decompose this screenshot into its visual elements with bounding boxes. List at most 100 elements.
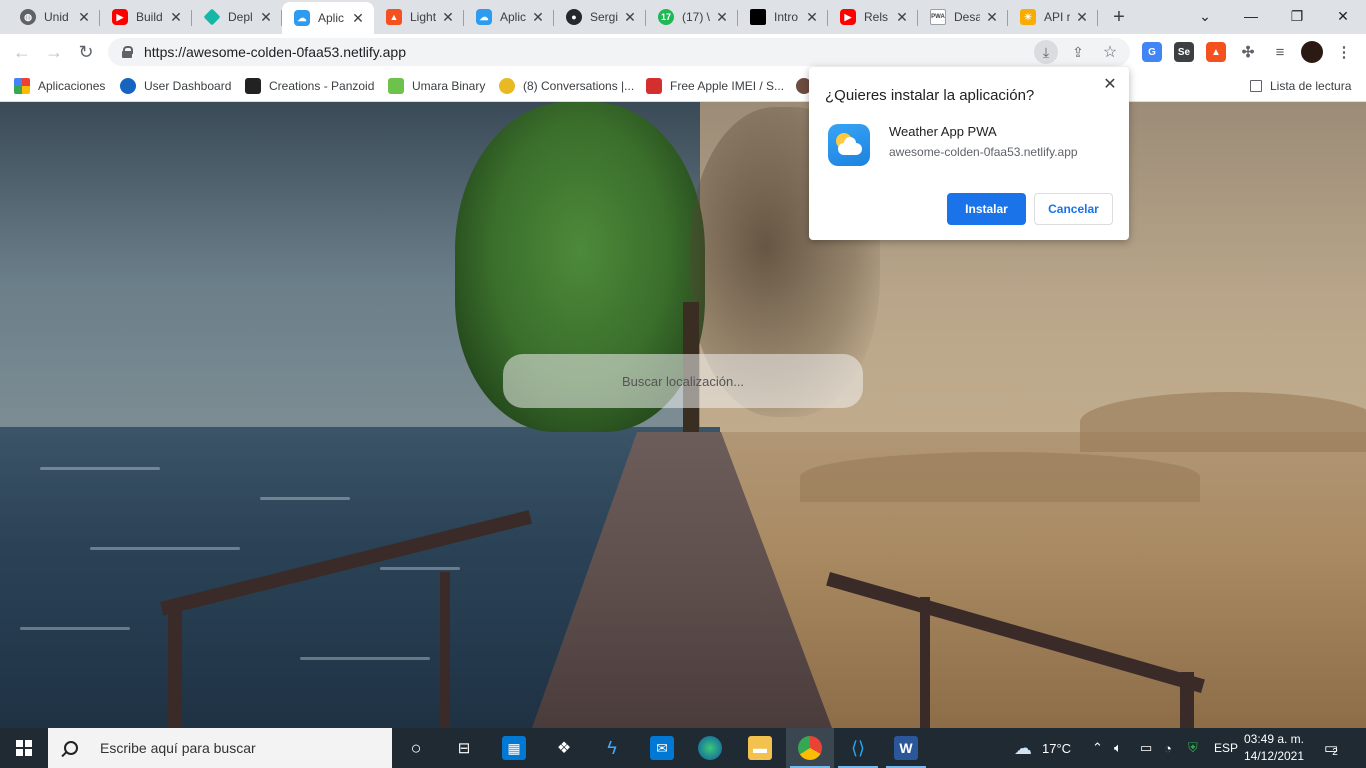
- mail-icon[interactable]: ✉: [650, 736, 674, 760]
- visual-studio-installer-icon[interactable]: ϟ: [600, 736, 624, 760]
- youtube-icon: ▶: [840, 9, 856, 25]
- close-icon[interactable]: ✕: [622, 9, 638, 25]
- tab-title: Sergi: [590, 10, 618, 24]
- tab-title: Build: [136, 10, 163, 24]
- close-icon[interactable]: ✕: [350, 10, 366, 26]
- extensions-puzzle-icon[interactable]: ✣: [1238, 42, 1258, 62]
- notification-center[interactable]: ▭ 2: [1324, 728, 1338, 768]
- close-icon[interactable]: ✕: [984, 9, 1000, 25]
- bookmark-label: Aplicaciones: [38, 79, 106, 93]
- tab-4[interactable]: ▲ Light ✕: [374, 2, 464, 32]
- weather-widget[interactable]: ☁ 17°C: [1014, 728, 1071, 768]
- dashboard-icon: [120, 78, 136, 94]
- install-app-icon[interactable]: ⤓: [1034, 40, 1058, 64]
- tab-10[interactable]: PWA Desa ✕: [918, 2, 1008, 32]
- search-icon: [64, 741, 78, 755]
- reading-list-icon: [1250, 80, 1262, 92]
- restore-button[interactable]: ❐: [1274, 0, 1320, 32]
- tab-9[interactable]: ▶ Rels ✕: [828, 2, 918, 32]
- address-bar[interactable]: https://awesome-colden-0faa53.netlify.ap…: [108, 38, 1130, 66]
- bookmark-apps[interactable]: Aplicaciones: [14, 76, 105, 96]
- bookmark-conversations[interactable]: (8) Conversations |...: [499, 76, 634, 96]
- edge-icon[interactable]: [698, 736, 722, 760]
- lighthouse-extension-icon[interactable]: ▲: [1206, 42, 1226, 62]
- word-icon[interactable]: W: [894, 736, 918, 760]
- start-button[interactable]: [0, 728, 48, 768]
- cancel-button[interactable]: Cancelar: [1034, 193, 1113, 225]
- cortana-icon[interactable]: ○: [404, 736, 428, 760]
- location-search-input[interactable]: [503, 354, 863, 408]
- location-search[interactable]: [503, 354, 863, 408]
- lock-icon[interactable]: [122, 46, 133, 58]
- language-indicator[interactable]: ESP: [1214, 728, 1238, 768]
- weather-app-icon: [828, 124, 870, 166]
- tab-8[interactable]: Intro ✕: [738, 2, 828, 32]
- tab-5[interactable]: ☁ Aplic ✕: [464, 2, 554, 32]
- tab-title: Aplic: [318, 11, 345, 25]
- tab-6[interactable]: ● Sergi ✕: [554, 2, 646, 32]
- minimize-button[interactable]: —: [1228, 0, 1274, 32]
- bookmark-panzoid[interactable]: Creations - Panzoid: [245, 76, 374, 96]
- reload-button[interactable]: ↻: [72, 38, 100, 66]
- task-view-icon[interactable]: ⊟: [452, 736, 476, 760]
- app-origin: awesome-colden-0faa53.netlify.app: [889, 145, 1078, 159]
- dropbox-icon[interactable]: ❖: [552, 736, 576, 760]
- tab-3-active[interactable]: ☁ Aplic ✕: [282, 2, 374, 34]
- tab-title: Light: [410, 10, 436, 24]
- clock-time: 03:49 a. m.: [1243, 732, 1305, 746]
- close-icon[interactable]: ✕: [168, 9, 184, 25]
- translate-extension-icon[interactable]: G: [1142, 42, 1162, 62]
- taskbar-search[interactable]: Escribe aquí para buscar: [48, 728, 392, 768]
- vscode-icon[interactable]: ⟨⟩: [846, 736, 870, 760]
- tab-7[interactable]: 17 (17) \ ✕: [646, 2, 738, 32]
- install-button[interactable]: Instalar: [947, 193, 1026, 225]
- cloud-icon: ☁: [1014, 737, 1032, 758]
- bookmark-apple-imei[interactable]: Free Apple IMEI / S...: [646, 76, 784, 96]
- share-icon[interactable]: ⇪: [1066, 40, 1090, 64]
- tab-2[interactable]: Depl ✕: [192, 2, 282, 32]
- battery-icon[interactable]: ▭: [1140, 728, 1152, 768]
- security-shield-icon[interactable]: ⛨: [1188, 728, 1198, 768]
- tray-chevron-icon[interactable]: ⌃: [1092, 728, 1103, 768]
- forward-button[interactable]: →: [40, 38, 68, 66]
- close-icon[interactable]: ✕: [440, 9, 456, 25]
- weather-icon: ☁: [294, 10, 310, 26]
- clock[interactable]: 03:49 a. m. 14/12/2021: [1243, 731, 1305, 765]
- url-text[interactable]: https://awesome-colden-0faa53.netlify.ap…: [144, 44, 406, 60]
- new-tab-button[interactable]: +: [1108, 6, 1130, 28]
- bookmark-star-icon[interactable]: ☆: [1098, 40, 1122, 64]
- apple-imei-icon: [646, 78, 662, 94]
- tab-11[interactable]: ☀ API r ✕: [1008, 2, 1098, 32]
- close-icon[interactable]: ✕: [76, 9, 92, 25]
- close-icon[interactable]: ✕: [1101, 75, 1119, 93]
- close-icon[interactable]: ✕: [258, 9, 274, 25]
- file-explorer-icon[interactable]: ▬: [748, 736, 772, 760]
- tab-title: Desa: [954, 10, 980, 24]
- close-window-button[interactable]: ✕: [1320, 0, 1366, 32]
- tab-1[interactable]: ▶ Build ✕: [100, 2, 192, 32]
- close-icon[interactable]: ✕: [530, 9, 546, 25]
- close-icon[interactable]: ✕: [714, 9, 730, 25]
- close-icon[interactable]: ✕: [1074, 9, 1090, 25]
- reading-list[interactable]: Lista de lectura: [1250, 76, 1351, 96]
- close-icon[interactable]: ✕: [804, 9, 820, 25]
- install-app-dialog: ¿Quieres instalar la aplicación? ✕ Weath…: [809, 67, 1129, 240]
- tab-search-chevron-icon[interactable]: ⌄: [1182, 0, 1228, 32]
- selenium-extension-icon[interactable]: Se: [1174, 42, 1194, 62]
- bookmark-user-dashboard[interactable]: User Dashboard: [120, 76, 231, 96]
- microsoft-store-icon[interactable]: ▦: [502, 736, 526, 760]
- notification-count: 2: [1332, 746, 1338, 758]
- avatar[interactable]: [1301, 41, 1323, 63]
- volume-icon[interactable]: 🔈︎: [1114, 728, 1122, 768]
- back-button[interactable]: ←: [8, 38, 36, 66]
- kebab-menu-icon[interactable]: ⋮: [1334, 42, 1354, 62]
- tab-0[interactable]: ◍ Unid ✕: [8, 2, 100, 32]
- windows-taskbar: Escribe aquí para buscar ○ ⊟ ▦ ❖ ϟ ✉ ▬ ⟨…: [0, 728, 1366, 768]
- media-control-icon[interactable]: ≡: [1270, 42, 1290, 62]
- app-name: Weather App PWA: [889, 124, 997, 139]
- chrome-icon[interactable]: [798, 736, 822, 760]
- wifi-icon[interactable]: ◔: [1164, 728, 1172, 768]
- bookmark-umara-binary[interactable]: Umara Binary: [388, 76, 485, 96]
- close-icon[interactable]: ✕: [894, 9, 910, 25]
- browser-toolbar: ← → ↻ https://awesome-colden-0faa53.netl…: [0, 34, 1366, 70]
